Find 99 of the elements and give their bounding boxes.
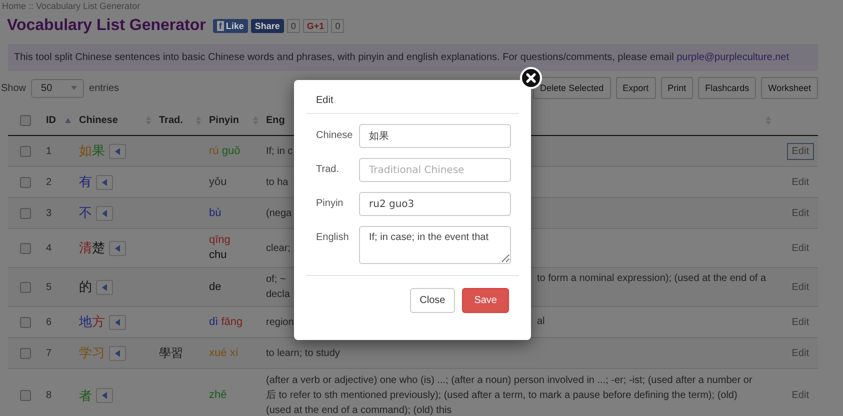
toolbar-button[interactable]: Delete Selected [533, 77, 611, 99]
chinese-word: 的 [79, 279, 92, 296]
column-header[interactable]: Pinyin [209, 115, 240, 126]
play-icon [115, 148, 120, 155]
field-label: Chinese [316, 129, 354, 141]
toolbar-button[interactable]: Print [660, 77, 694, 99]
chinese-word: 如果 [79, 143, 105, 160]
save-button[interactable]: Save [462, 288, 509, 313]
chinese-word: 清楚 [79, 240, 105, 258]
pinyin-text: de [209, 280, 222, 295]
edit-link[interactable]: Edit [786, 174, 814, 191]
column-header[interactable]: Chinese [79, 115, 118, 126]
play-icon [102, 392, 107, 400]
id-cell: 3 [42, 198, 75, 229]
english-text: (after a verb or adjective) one who (is) ...; (after a noun) person involved in ...; -er; -ist; (used after a number or [266, 374, 752, 388]
english-text: (used at the end of a command); (old) this [266, 404, 452, 416]
breadcrumb: Home :: Vocabulary List Generator [2, 0, 142, 11]
row-checkbox[interactable] [20, 348, 31, 359]
audio-button[interactable] [96, 174, 113, 190]
input-field[interactable]: 如果 [359, 124, 511, 148]
audio-button[interactable] [109, 240, 126, 256]
pinyin-text: yǒu [209, 174, 227, 190]
id-cell: 8 [42, 368, 75, 416]
toolbar-button[interactable]: Worksheet [761, 77, 818, 99]
play-icon [115, 350, 120, 357]
row-checkbox[interactable] [20, 316, 31, 328]
play-icon [115, 318, 120, 326]
row-checkbox[interactable] [20, 282, 31, 293]
audio-button[interactable] [109, 314, 126, 330]
play-icon [102, 210, 107, 217]
chinese-word: 学习 [79, 345, 105, 362]
pinyin-text: qīng chu [209, 233, 232, 264]
input-field[interactable]: ru2 guo3 [359, 192, 511, 216]
input-field[interactable]: Traditional Chinese [359, 158, 511, 182]
pinyin-text: rú guǒ [209, 144, 240, 159]
google-plus-button[interactable]: G+1 [302, 19, 328, 33]
play-icon [102, 178, 107, 186]
audio-button[interactable] [96, 280, 113, 295]
email-link[interactable]: purple@purpleculture.net [676, 52, 790, 63]
audio-button[interactable] [109, 144, 126, 159]
english-text: If; in c [266, 144, 293, 159]
chinese-word: 不 [79, 205, 92, 222]
edit-link[interactable]: Edit [786, 387, 814, 404]
share-count: 0 [286, 19, 300, 33]
row-checkbox[interactable] [20, 146, 31, 157]
english-field[interactable]: If; in case; in the event that [359, 226, 511, 264]
chinese-word: 地方 [79, 314, 105, 332]
edit-link[interactable]: Edit [786, 240, 814, 257]
column-header[interactable]: ID [46, 115, 56, 126]
edit-link[interactable]: Edit [786, 314, 814, 331]
pinyin-text: bù [209, 206, 222, 221]
audio-button[interactable] [96, 206, 113, 221]
caret-icon [71, 86, 78, 90]
english-text: to form a nominal expression); (used at the end of a [537, 272, 766, 286]
row-checkbox[interactable] [20, 176, 31, 188]
english-text: decla [266, 288, 290, 302]
share-button[interactable]: Share [250, 19, 284, 33]
english-text: clear; [266, 242, 290, 256]
id-cell: 1 [42, 136, 75, 167]
audio-button[interactable] [109, 346, 126, 361]
row-checkbox[interactable] [20, 390, 31, 402]
english-text: to learn; to study [266, 346, 340, 361]
chinese-word: 者 [79, 388, 92, 405]
id-cell: 7 [42, 338, 75, 369]
audio-button[interactable] [96, 388, 113, 404]
dialog-title: Edit [306, 80, 519, 114]
plus-count: 0 [331, 19, 344, 33]
field-label: Pinyin [316, 197, 344, 209]
show-label: Show [1, 82, 26, 94]
row-checkbox[interactable] [20, 208, 31, 219]
field-label: Trad. [316, 163, 340, 175]
pinyin-text: dì fāng [209, 314, 243, 330]
field-label: English [316, 231, 350, 243]
column-header[interactable]: Eng [266, 115, 285, 126]
toolbar-button[interactable]: Flashcards [698, 77, 756, 99]
play-icon [102, 284, 107, 291]
english-text: of; ~ [266, 273, 286, 288]
english-text: al [537, 314, 545, 329]
entries-select[interactable]: 50 [31, 78, 84, 98]
entries-label: entries [89, 82, 120, 94]
english-text: to ha [266, 176, 288, 190]
play-icon [115, 244, 120, 252]
pinyin-text: xué xí [209, 346, 238, 361]
id-cell: 5 [42, 268, 75, 307]
english-text: 后 to refer to sth mentioned previously); (used after a term, to mark a pause before defining the term); (old) [266, 388, 738, 404]
english-text: region [266, 316, 294, 330]
like-button[interactable]: f Like [212, 19, 248, 33]
column-header[interactable]: Trad. [159, 115, 183, 126]
trad-cell: 學習 [155, 338, 205, 369]
close-button[interactable]: Close [410, 288, 456, 313]
edit-link[interactable]: Edit [786, 142, 814, 160]
row-checkbox[interactable] [20, 242, 31, 254]
intro-text: This tool split Chinese sentences into basic Chinese words and phrases, with pinyin and english explanations. For questions/comments, please email purple@purpleculture.net [14, 52, 790, 63]
toolbar-button[interactable]: Export [616, 77, 656, 99]
select-all-checkbox[interactable] [20, 115, 31, 126]
chinese-word: 有 [79, 174, 92, 192]
pinyin-text: zhě [209, 388, 227, 404]
english-text: (nega [266, 206, 292, 221]
page-title: Vocabulary List Generator [7, 17, 206, 35]
